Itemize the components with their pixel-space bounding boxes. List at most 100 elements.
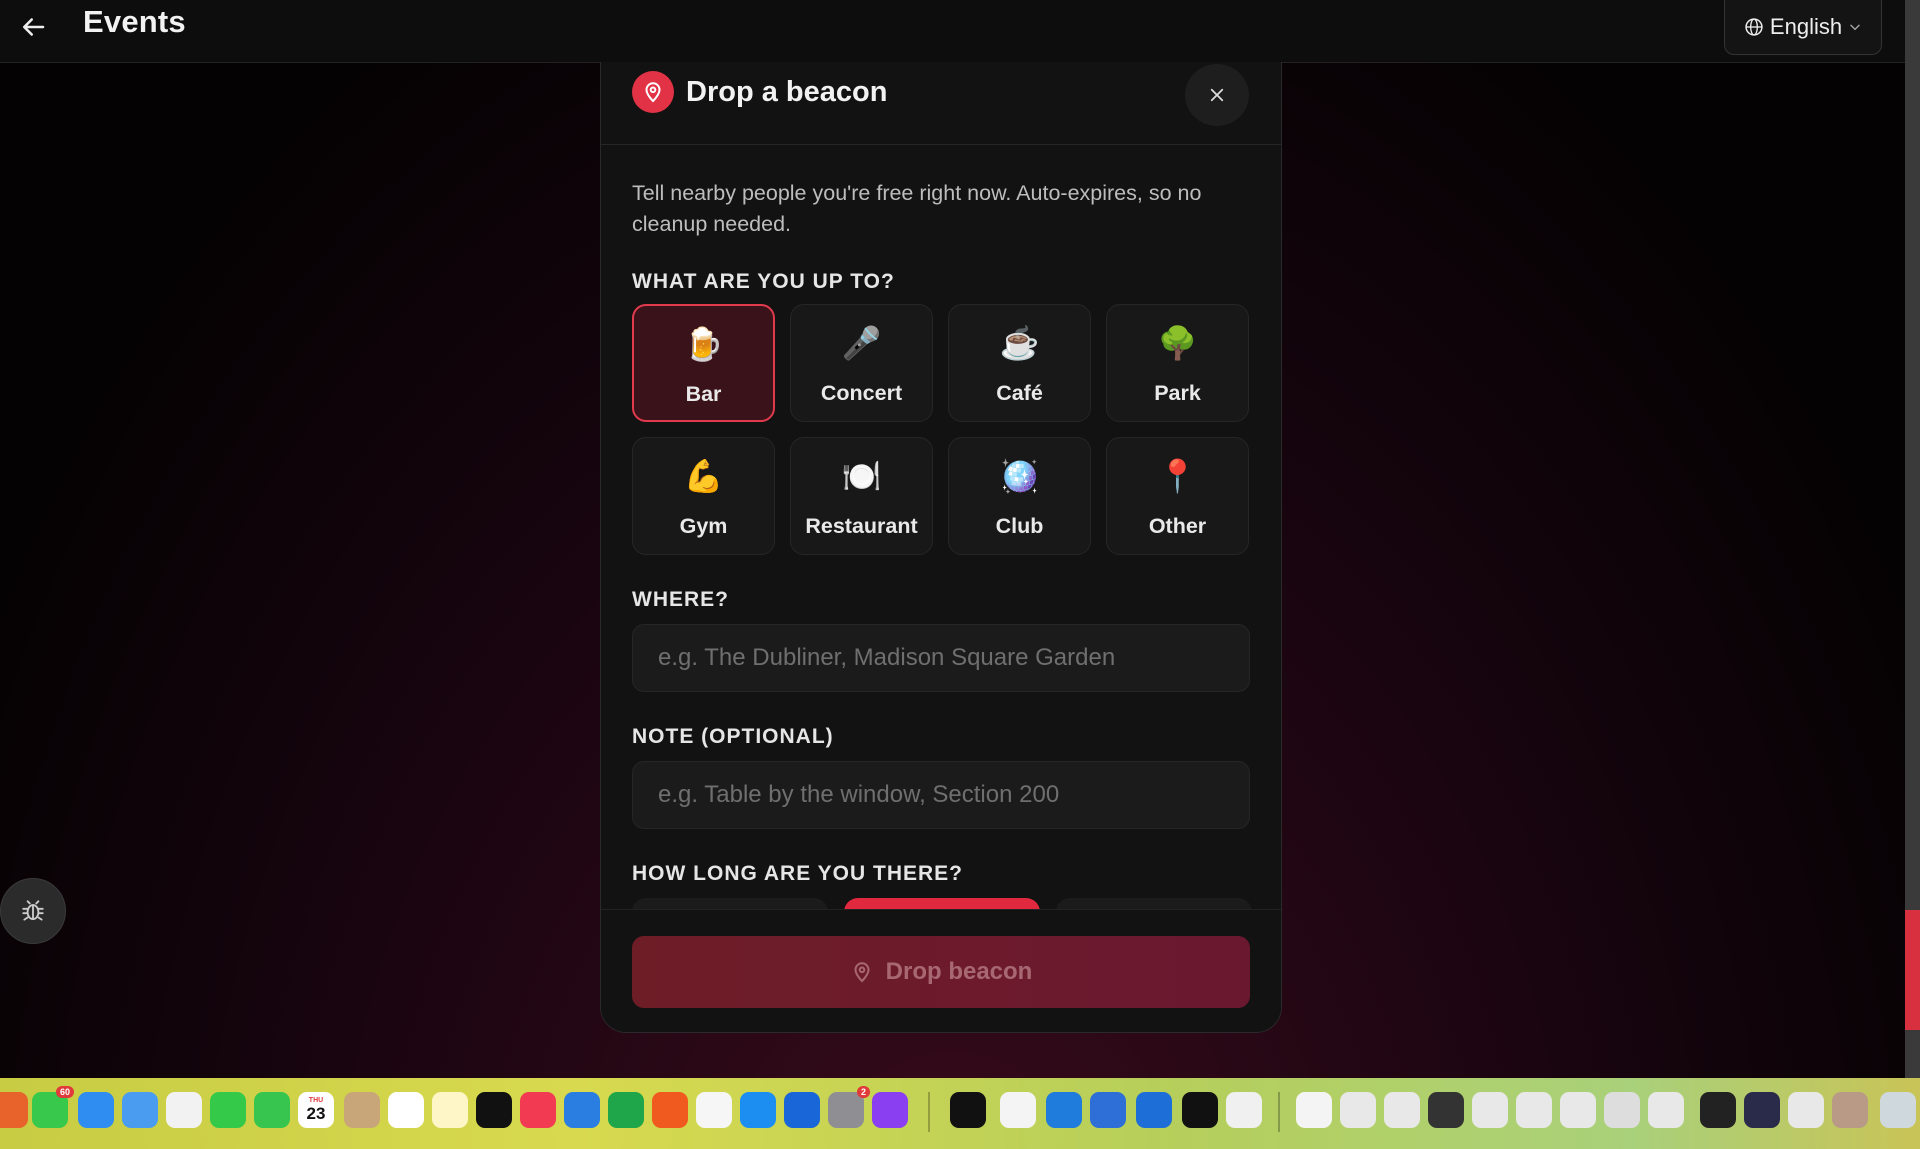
map-pin-icon — [645, 82, 661, 103]
xcode-icon[interactable] — [784, 1092, 820, 1128]
debug-button[interactable] — [0, 878, 66, 944]
top-bar: Events English — [0, 0, 1905, 63]
language-selector[interactable]: English — [1724, 0, 1882, 55]
contacts-icon[interactable] — [344, 1092, 380, 1128]
activity-emoji: 🪩 — [999, 458, 1040, 494]
window-thumbnail[interactable] — [1384, 1092, 1420, 1128]
system-settings-icon[interactable]: 2 — [828, 1086, 870, 1128]
launcher-icon[interactable] — [696, 1092, 732, 1128]
activity-emoji: 🍽️ — [841, 458, 882, 494]
window-thumbnail[interactable] — [1340, 1092, 1376, 1128]
apple-tv-icon[interactable] — [476, 1092, 512, 1128]
dock-separator — [1278, 1092, 1280, 1132]
activity-label: Restaurant — [805, 514, 918, 538]
phone-icon[interactable] — [254, 1092, 290, 1128]
activity-label: Café — [996, 381, 1043, 405]
activity-label: Other — [1148, 514, 1207, 538]
back-button[interactable] — [18, 12, 48, 42]
activity-option-club[interactable]: 🪩 Club — [948, 437, 1091, 555]
where-input[interactable] — [632, 624, 1250, 692]
document-icon[interactable] — [1000, 1092, 1036, 1128]
window-thumbnail[interactable] — [1472, 1092, 1508, 1128]
where-section-label: WHERE? — [632, 588, 729, 611]
drop-beacon-button[interactable]: Drop beacon — [632, 936, 1250, 1008]
firefox-icon[interactable] — [0, 1092, 28, 1128]
dialog-description: Tell nearby people you're free right now… — [632, 181, 1202, 236]
finder-icon[interactable] — [1090, 1092, 1126, 1128]
app-window: Events English Drop a beacon Tell nearby… — [0, 0, 1905, 1078]
activity-label: Park — [1154, 381, 1201, 405]
drop-beacon-dialog: Drop a beacon Tell nearby people you're … — [600, 62, 1282, 1033]
upload-icon[interactable] — [1226, 1092, 1262, 1128]
terminal-icon[interactable] — [950, 1092, 986, 1128]
window-thumbnail[interactable] — [1604, 1092, 1640, 1128]
mail-icon[interactable] — [78, 1092, 114, 1128]
duration-section-label: HOW LONG ARE YOU THERE? — [632, 862, 964, 885]
activity-label: Gym — [679, 514, 728, 538]
map-pin-icon — [854, 962, 870, 983]
app-store-icon[interactable] — [740, 1092, 776, 1128]
dock-separator — [928, 1092, 930, 1132]
activity-emoji: 🎤 — [841, 325, 882, 361]
numbers-icon[interactable] — [608, 1092, 644, 1128]
note-section-label: NOTE (OPTIONAL) — [632, 725, 834, 748]
facetime-icon[interactable] — [210, 1092, 246, 1128]
activity-label: Concert — [820, 381, 903, 405]
window-thumbnail[interactable] — [1744, 1092, 1780, 1128]
activity-monitor-icon[interactable] — [1182, 1092, 1218, 1128]
file-icon[interactable] — [1296, 1092, 1332, 1128]
dialog-footer: Drop beacon — [601, 909, 1281, 1032]
keynote-icon[interactable] — [564, 1092, 600, 1128]
note-input[interactable] — [632, 761, 1250, 829]
music-icon[interactable] — [520, 1092, 556, 1128]
activity-option-park[interactable]: 🌳 Park — [1106, 304, 1249, 422]
activity-option-concert[interactable]: 🎤 Concert — [790, 304, 933, 422]
dialog-header: Drop a beacon — [601, 62, 1281, 145]
activity-emoji: 🌳 — [1157, 325, 1198, 361]
activity-emoji: 🍺 — [683, 326, 724, 362]
activity-option-bar[interactable]: 🍺 Bar — [632, 304, 775, 422]
window-thumbnail[interactable] — [1832, 1092, 1868, 1128]
bug-icon — [22, 900, 44, 921]
window-thumbnail[interactable] — [1516, 1092, 1552, 1128]
window-thumbnail[interactable] — [1648, 1092, 1684, 1128]
window-thumbnail[interactable] — [1560, 1092, 1596, 1128]
activity-section-label: WHAT ARE YOU UP TO? — [632, 270, 895, 293]
activity-emoji: ☕ — [999, 325, 1040, 361]
window-thumbnail[interactable] — [1788, 1092, 1824, 1128]
window-thumbnail[interactable] — [1428, 1092, 1464, 1128]
activity-option-restaurant[interactable]: 🍽️ Restaurant — [790, 437, 933, 555]
window-thumbnail[interactable] — [1700, 1092, 1736, 1128]
close-button[interactable] — [1185, 64, 1249, 126]
calendar-day: 23 — [306, 1104, 326, 1123]
activity-option-cafe[interactable]: ☕ Café — [948, 304, 1091, 422]
reminders-icon[interactable] — [388, 1092, 424, 1128]
drop-beacon-label: Drop beacon — [885, 958, 1033, 985]
edge-accent — [1905, 910, 1920, 1030]
arrow-left-icon — [23, 18, 45, 36]
browser-icon[interactable] — [1046, 1092, 1082, 1128]
calendar-icon[interactable]: THU 23 — [298, 1092, 334, 1128]
globe-icon — [1745, 18, 1763, 36]
dock: 60 THU 23 2 — [0, 1078, 1920, 1149]
preview-icon[interactable] — [1136, 1092, 1172, 1128]
activity-emoji: 💪 — [683, 458, 724, 494]
pages-icon[interactable] — [652, 1092, 688, 1128]
settings-badge: 2 — [856, 1086, 870, 1098]
activity-label: Bar — [685, 382, 722, 406]
dialog-title: Drop a beacon — [686, 76, 888, 108]
trash-icon[interactable] — [1880, 1092, 1916, 1128]
notes-icon[interactable] — [432, 1092, 468, 1128]
chevron-down-icon — [1850, 24, 1860, 31]
close-icon — [1210, 88, 1224, 102]
chat-app-icon[interactable] — [872, 1092, 908, 1128]
activity-emoji: 📍 — [1157, 458, 1198, 494]
photos-icon[interactable] — [166, 1092, 202, 1128]
window-edge — [1905, 0, 1920, 1078]
activity-option-gym[interactable]: 💪 Gym — [632, 437, 775, 555]
messages-badge: 60 — [55, 1086, 74, 1098]
maps-icon[interactable] — [122, 1092, 158, 1128]
activity-option-other[interactable]: 📍 Other — [1106, 437, 1249, 555]
page-title: Events — [83, 4, 186, 39]
messages-icon[interactable]: 60 — [32, 1086, 74, 1128]
